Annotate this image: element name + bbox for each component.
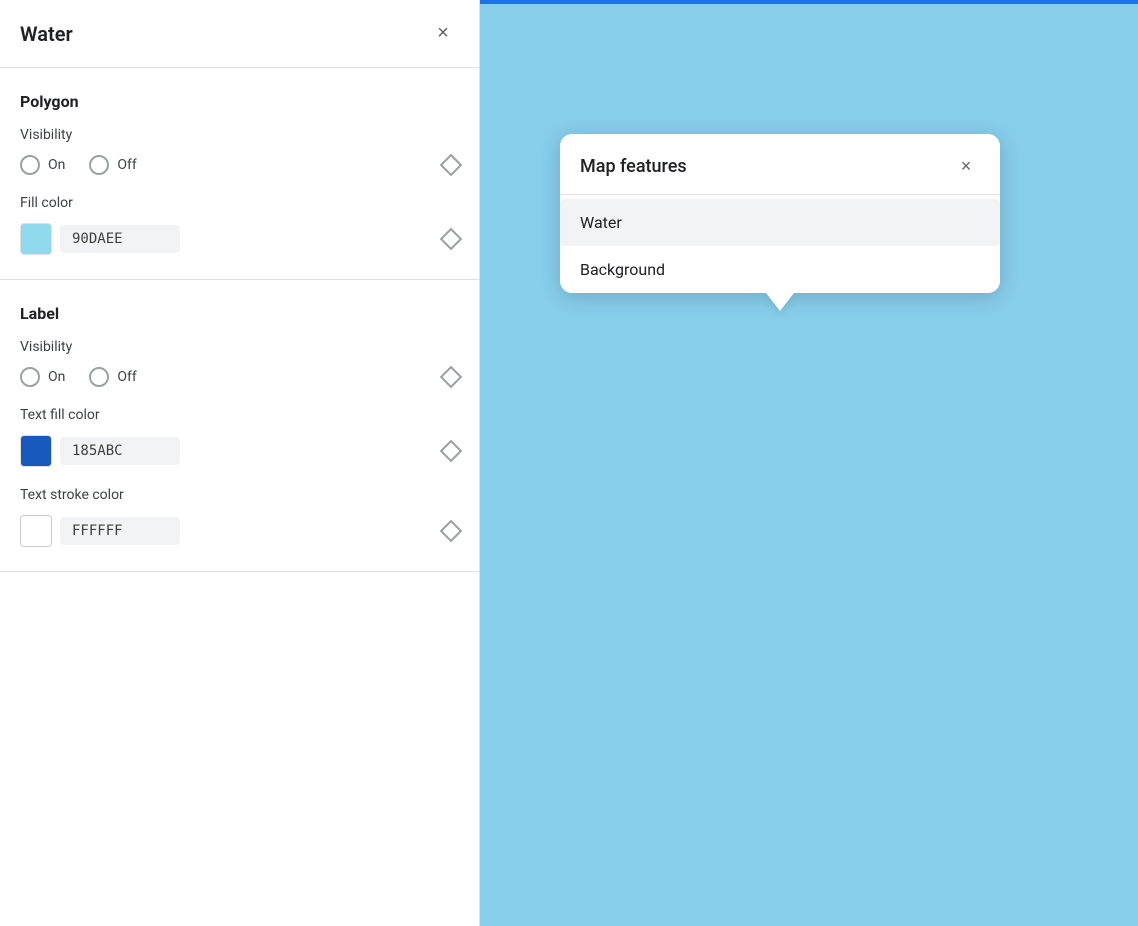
popup-item-background[interactable]: Background [560, 246, 1000, 293]
fill-color-swatch[interactable] [20, 223, 52, 255]
text-stroke-color-label: Text stroke color [20, 487, 459, 503]
popup-title: Map features [580, 156, 687, 177]
polygon-visibility-diamond-icon[interactable] [440, 154, 463, 177]
label-visibility-row: On Off [20, 367, 459, 387]
label-radio-on-label: On [48, 369, 65, 385]
polygon-section: Polygon Visibility On Off Fill color [0, 68, 479, 280]
polygon-radio-off[interactable]: Off [89, 155, 136, 175]
popup-tail [766, 293, 794, 311]
text-fill-color-swatch[interactable] [20, 435, 52, 467]
popup-close-button[interactable]: × [952, 152, 980, 180]
polygon-radio-off-circle [89, 155, 109, 175]
label-radio-on-circle [20, 367, 40, 387]
text-fill-color-row [20, 435, 459, 467]
fill-color-diamond-icon[interactable] [440, 228, 463, 251]
fill-color-row [20, 223, 459, 255]
popup-item-water-label: Water [580, 213, 622, 232]
popup-item-background-label: Background [580, 260, 665, 279]
label-radio-on[interactable]: On [20, 367, 65, 387]
label-visibility-label: Visibility [20, 339, 459, 355]
label-radio-off[interactable]: Off [89, 367, 136, 387]
polygon-radio-on-label: On [48, 157, 65, 173]
polygon-section-title: Polygon [20, 92, 459, 111]
popup-divider [560, 194, 1000, 195]
text-stroke-color-input-group [20, 515, 180, 547]
label-section-title: Label [20, 304, 459, 323]
close-icon: × [437, 22, 449, 45]
label-radio-options: On Off [20, 367, 137, 387]
text-stroke-color-diamond-icon[interactable] [440, 520, 463, 543]
panel-close-button[interactable]: × [427, 18, 459, 50]
panel-header: Water × [0, 0, 479, 68]
fill-color-input-group [20, 223, 180, 255]
label-visibility-diamond-icon[interactable] [440, 366, 463, 389]
text-fill-color-input-group [20, 435, 180, 467]
polygon-visibility-row: On Off [20, 155, 459, 175]
popup-item-water[interactable]: Water [560, 199, 1000, 246]
text-stroke-color-input[interactable] [60, 517, 180, 545]
polygon-radio-on[interactable]: On [20, 155, 65, 175]
polygon-visibility-label: Visibility [20, 127, 459, 143]
polygon-radio-options: On Off [20, 155, 137, 175]
fill-color-label: Fill color [20, 195, 459, 211]
text-fill-color-input[interactable] [60, 437, 180, 465]
text-stroke-color-swatch[interactable] [20, 515, 52, 547]
popup-close-icon: × [961, 156, 972, 177]
left-panel: Water × Polygon Visibility On Off Fill c… [0, 0, 480, 926]
polygon-radio-off-label: Off [117, 157, 136, 173]
popup-header: Map features × [560, 134, 1000, 194]
label-section: Label Visibility On Off Text fill color [0, 280, 479, 572]
map-features-popup: Map features × Water Background [560, 134, 1000, 293]
label-radio-off-label: Off [117, 369, 136, 385]
text-stroke-color-row [20, 515, 459, 547]
fill-color-input[interactable] [60, 225, 180, 253]
panel-title: Water [20, 22, 73, 46]
map-panel: Map features × Water Background [480, 0, 1138, 926]
text-fill-color-label: Text fill color [20, 407, 459, 423]
label-radio-off-circle [89, 367, 109, 387]
text-fill-color-diamond-icon[interactable] [440, 440, 463, 463]
polygon-radio-on-circle [20, 155, 40, 175]
